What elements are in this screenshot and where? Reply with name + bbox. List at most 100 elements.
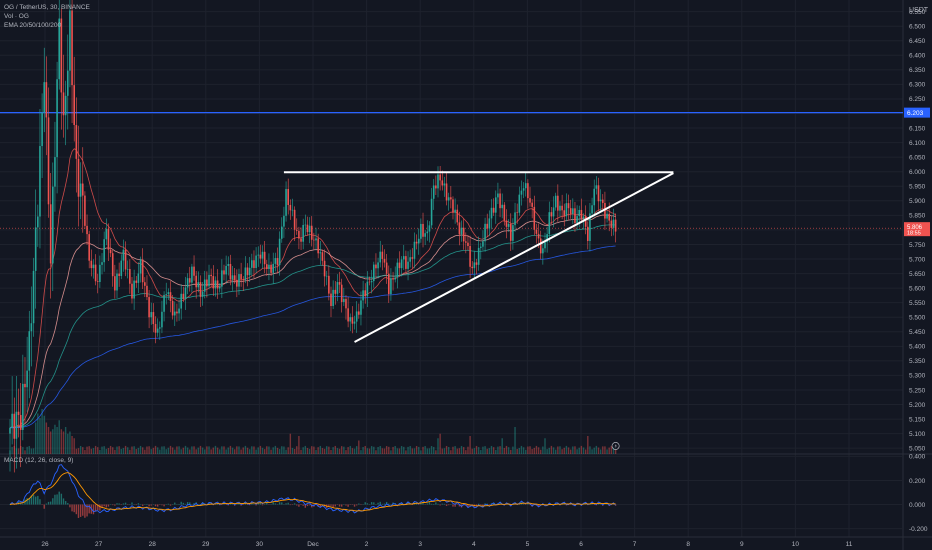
volume-bar — [293, 448, 296, 454]
macd-tick-label: 0.000 — [909, 502, 926, 509]
candle-body — [409, 257, 411, 262]
candle-body — [285, 188, 287, 216]
candle-body — [332, 289, 334, 306]
macd-histogram-bar — [345, 504, 347, 506]
volume-bar — [589, 446, 591, 454]
macd-histogram-bar — [62, 498, 65, 505]
candle-body — [548, 212, 551, 235]
volume-bar — [330, 450, 332, 454]
macd-histogram-bar — [379, 501, 381, 505]
macd-histogram-bar — [443, 503, 446, 505]
volume-bar — [544, 438, 546, 454]
candle-body — [231, 275, 234, 280]
time-tick-label: 29 — [202, 541, 210, 548]
macd-histogram-bar — [124, 502, 127, 505]
candle-body — [328, 275, 330, 294]
candle-body — [531, 202, 533, 207]
candle-body — [488, 218, 491, 229]
volume-bar — [514, 427, 516, 454]
macd-histogram-bar — [377, 502, 379, 505]
volume-bar — [347, 447, 349, 454]
volume-bar — [437, 438, 439, 454]
macd-histogram-bar — [373, 502, 375, 505]
macd-histogram-bar — [47, 501, 50, 505]
candle-body — [614, 219, 617, 232]
volume-bar — [308, 448, 311, 454]
volume-bar — [206, 446, 208, 454]
volume-bar — [411, 448, 414, 454]
volume-bar — [567, 447, 570, 454]
price-tick-label: 5.500 — [909, 315, 926, 322]
price-tick-label: 5.300 — [909, 373, 926, 380]
macd-histogram-bar — [174, 502, 176, 505]
candle-body — [612, 219, 615, 228]
candle-body — [122, 249, 125, 261]
volume-bar — [328, 446, 330, 454]
candle-body — [11, 413, 13, 428]
candle-body — [503, 204, 506, 221]
candle-body — [407, 261, 409, 269]
volume-bar — [152, 447, 155, 454]
macd-tick-label: 0.200 — [909, 478, 926, 485]
time-tick-label: 27 — [95, 541, 103, 548]
candle-body — [507, 224, 510, 227]
time-tick-label: 30 — [256, 541, 264, 548]
volume-bar — [398, 448, 401, 454]
candle-body — [591, 205, 593, 214]
volume-bar — [319, 445, 321, 454]
candle-body — [103, 239, 105, 263]
macd-histogram-bar — [330, 504, 332, 506]
volume-bar — [86, 446, 88, 454]
volume-bar — [469, 436, 471, 454]
volume-bar — [559, 446, 561, 454]
candle-body — [325, 275, 328, 277]
candle-body — [49, 204, 52, 264]
time-tick-label: 26 — [41, 541, 49, 548]
macd-histogram-bar — [454, 504, 456, 507]
volume-bar — [234, 449, 236, 454]
macd-histogram-bar — [56, 494, 58, 505]
volume-bar — [52, 429, 54, 454]
volume-bar — [112, 447, 114, 454]
macd-histogram-bar — [180, 501, 182, 505]
candle-body — [278, 238, 281, 266]
volume-bar — [441, 448, 443, 454]
candle-body — [150, 312, 153, 318]
candle-body — [505, 220, 508, 227]
candle-body — [576, 216, 578, 223]
candle-body — [494, 197, 497, 213]
candle-body — [139, 259, 142, 274]
macd-histogram-bar — [426, 503, 428, 505]
volume-bar — [191, 446, 193, 454]
volume-bar — [488, 448, 491, 454]
candle-body — [366, 281, 369, 297]
volume-bar — [49, 431, 52, 454]
volume-bar — [240, 449, 242, 454]
candle-body — [304, 224, 307, 226]
candle-body — [377, 262, 379, 269]
volume-bar — [30, 448, 33, 454]
volume-bar — [156, 447, 159, 454]
volume-bar — [73, 438, 75, 454]
volume-bar — [550, 445, 553, 454]
volume-bar — [345, 450, 347, 454]
macd-histogram-bar — [306, 504, 309, 507]
macd-histogram-bar — [163, 504, 165, 507]
macd-histogram-bar — [355, 504, 358, 506]
candle-body — [360, 300, 362, 315]
chart-canvas[interactable]: 6.5506.5006.4506.4006.3506.3006.2506.200… — [0, 0, 932, 550]
volume-bar — [486, 448, 488, 454]
candle-body — [173, 311, 176, 316]
macd-histogram-bar — [259, 503, 262, 505]
candle-body — [497, 193, 499, 198]
candle-body — [383, 258, 386, 263]
candle-body — [152, 312, 155, 325]
candle-body — [385, 262, 388, 274]
candle-body — [587, 226, 589, 241]
macd-histogram-bar — [52, 498, 54, 505]
volume-bar — [338, 448, 341, 454]
volume-bar — [383, 448, 386, 454]
macd-histogram-bar — [257, 503, 259, 505]
candle-body — [156, 328, 159, 333]
volume-bar — [454, 446, 456, 454]
